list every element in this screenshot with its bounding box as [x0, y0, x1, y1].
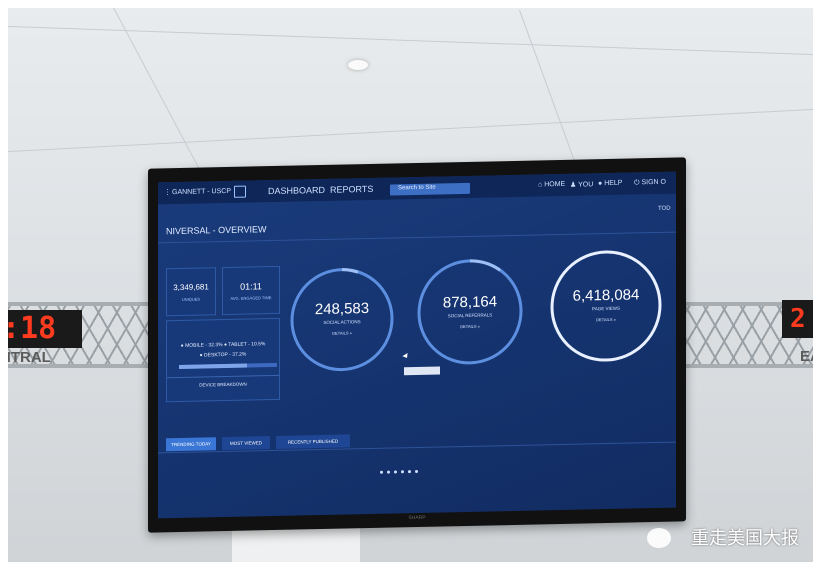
page-views-value: 6,418,084 — [572, 286, 640, 305]
search-placeholder: Search to Site — [398, 184, 436, 192]
page-dot[interactable] — [408, 470, 411, 474]
right-clock-time: 2 — [790, 304, 806, 334]
page-dot[interactable] — [415, 469, 418, 474]
uniques-label: UNIQUES — [181, 296, 201, 302]
page-indicator[interactable] — [380, 460, 422, 479]
tab-trending-today[interactable]: TRENDING TODAY — [166, 437, 216, 452]
sign-out-link[interactable]: ⏻ SIGN O — [634, 179, 666, 188]
right-clock-label: EA — [800, 348, 821, 365]
engaged-time-value: 01:11 — [240, 281, 262, 292]
page-dot[interactable] — [394, 470, 397, 474]
tab-most-viewed[interactable]: MOST VIEWED — [222, 436, 270, 451]
top-bar: ⋮ GANNETT - USCP DASHBOARD REPORTS Searc… — [158, 171, 676, 205]
you-link[interactable]: ♟ YOU — [570, 180, 593, 188]
home-link[interactable]: ⌂ HOME — [538, 181, 565, 189]
uniques-value: 3,349,681 — [173, 282, 209, 293]
left-clock-label: NTRAL — [0, 349, 51, 366]
help-link[interactable]: ● HELP — [598, 180, 622, 188]
page-dot[interactable] — [380, 470, 383, 474]
page-title: NIVERSAL - OVERVIEW — [166, 224, 267, 237]
device-row-2: ● DESKTOP - 37.2% — [199, 351, 247, 359]
social-referrals-value: 878,164 — [442, 293, 498, 312]
device-divider — [167, 374, 279, 379]
dashboard-screen: ⋮ GANNETT - USCP DASHBOARD REPORTS Searc… — [158, 171, 676, 519]
page-dot[interactable] — [387, 470, 390, 474]
device-breakdown-card[interactable]: ● MOBILE - 32.3% ● TABLET - 10.5% ● DESK… — [166, 317, 280, 403]
engaged-time-card: 01:11 AVG. ENGAGED TIME — [222, 265, 280, 316]
watermark: 重走美国大报 — [691, 528, 799, 548]
engaged-time-label: AVG. ENGAGED TIME — [230, 295, 272, 301]
social-actions-ring[interactable]: 248,583 SOCIAL ACTIONS DETAILS » — [288, 263, 396, 375]
site-logo-icon — [234, 185, 246, 198]
device-bar-fill — [179, 363, 248, 369]
right-clock: 2 — [782, 300, 821, 338]
today-label[interactable]: TOD — [658, 206, 671, 212]
page-dot[interactable] — [401, 470, 404, 474]
nav-dashboard[interactable]: DASHBOARD — [268, 185, 325, 196]
social-actions-value: 248,583 — [314, 300, 370, 319]
television: ⋮ GANNETT - USCP DASHBOARD REPORTS Searc… — [148, 157, 686, 533]
tooltip — [404, 366, 440, 376]
left-clock: :18 — [0, 310, 82, 348]
wechat-icon — [647, 528, 671, 548]
search-input[interactable]: Search to Site — [390, 182, 470, 196]
device-bar — [179, 362, 277, 369]
tab-recently-published[interactable]: RECENTLY PUBLISHED — [276, 434, 350, 449]
menu-icon[interactable]: ⋮ — [164, 188, 171, 196]
mouse-cursor-icon — [402, 352, 410, 360]
left-clock-time: :18 — [2, 311, 57, 346]
site-name[interactable]: GANNETT - USCP — [172, 188, 231, 196]
page-views-ring[interactable]: 6,418,084 PAGE VIEWS DETAILS » — [548, 246, 664, 366]
ceiling-light — [348, 60, 368, 70]
device-row-1: ● MOBILE - 32.3% ● TABLET - 10.5% — [180, 341, 266, 349]
uniques-card: 3,349,681 UNIQUES — [166, 267, 216, 317]
device-breakdown-label: DEVICE BREAKDOWN — [199, 381, 247, 388]
nav-reports[interactable]: REPORTS — [330, 184, 373, 195]
social-referrals-ring[interactable]: 878,164 SOCIAL REFERRALS DETAILS » — [416, 255, 524, 369]
